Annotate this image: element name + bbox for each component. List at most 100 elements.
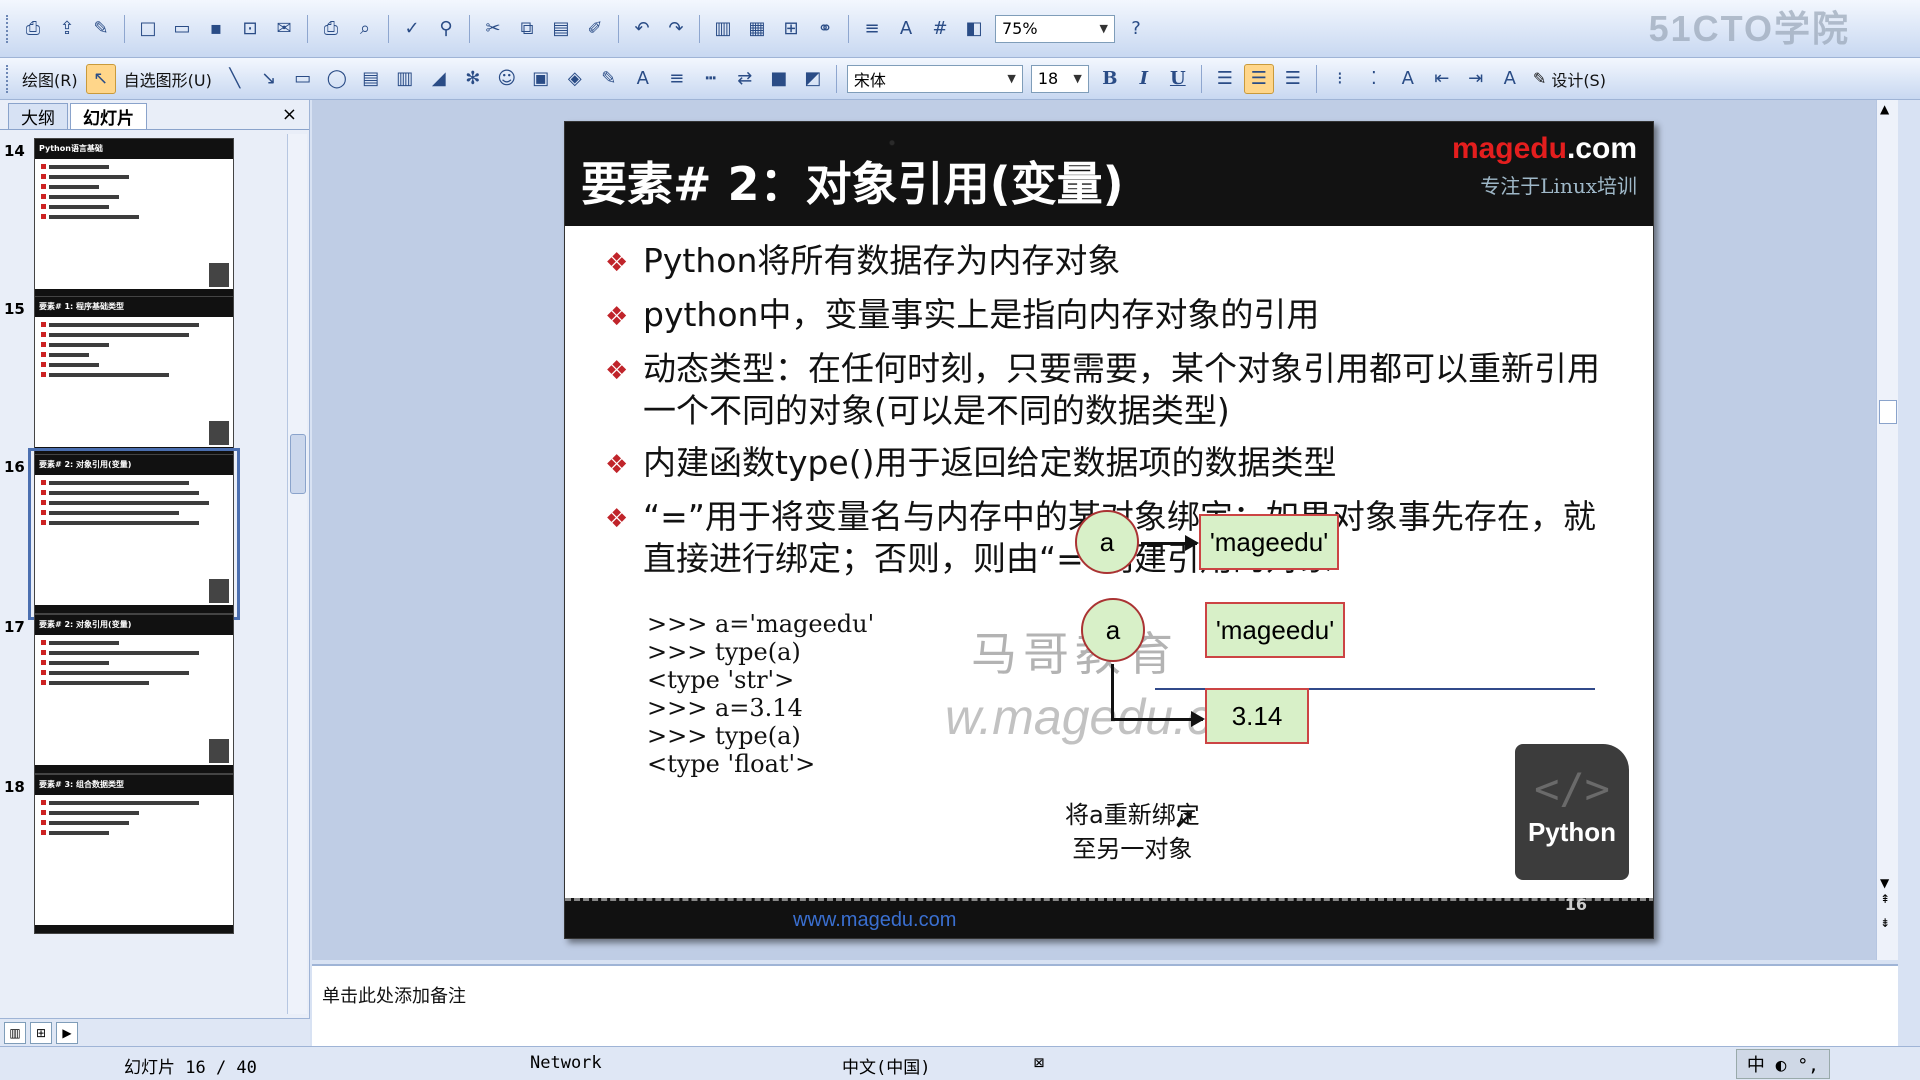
slide-thumbnail[interactable]: 要素# 2: 对象引用(变量): [28, 448, 240, 620]
normal-view-icon[interactable]: ▥: [4, 1021, 26, 1044]
font-color-icon[interactable]: A: [628, 64, 658, 94]
slideshow-icon[interactable]: ▶: [56, 1021, 78, 1044]
slide-thumbnail[interactable]: 要素# 2: 对象引用(变量): [34, 614, 234, 774]
slide-scrollbar[interactable]: ▲ ⇞ ⇟ ▼: [1876, 100, 1898, 960]
expand-all-icon[interactable]: ≡: [857, 14, 887, 44]
pdf-icon[interactable]: ⎙: [18, 14, 48, 44]
print-icon[interactable]: ⎙: [316, 14, 346, 44]
thumbnail-item[interactable]: 14 Python语言基础: [0, 138, 286, 308]
current-slide[interactable]: 要素# 2：对象引用(变量) magedu.com 专注于Linux培训 ❖ Py…: [564, 121, 1654, 939]
variable-circle[interactable]: a: [1075, 510, 1139, 574]
align-left-icon[interactable]: ☰: [1210, 64, 1240, 94]
align-center-icon[interactable]: ☰: [1243, 63, 1274, 94]
increase-font-icon[interactable]: A: [1393, 64, 1423, 94]
slide-sorter-icon[interactable]: ⊞: [30, 1021, 52, 1044]
design-button[interactable]: ✎ 设计(S): [1527, 64, 1612, 94]
tables-borders-icon[interactable]: ⊞: [776, 14, 806, 44]
increase-indent-icon[interactable]: ⇥: [1461, 64, 1491, 94]
tab-outline[interactable]: 大纲: [8, 103, 68, 129]
font-size-select[interactable]: 18 ▼: [1030, 64, 1089, 93]
show-formatting-icon[interactable]: A: [891, 14, 921, 44]
3d-icon[interactable]: ◩: [798, 64, 828, 94]
line-color-icon[interactable]: ✎: [594, 64, 624, 94]
numbering-icon[interactable]: ⁝: [1325, 64, 1355, 94]
oval-icon[interactable]: ◯: [322, 64, 352, 94]
email-icon[interactable]: ✉: [269, 14, 299, 44]
previous-slide-icon[interactable]: ⇞: [1880, 892, 1890, 906]
open-icon[interactable]: ▭: [167, 14, 197, 44]
scroll-up-icon[interactable]: ▲: [1880, 102, 1889, 116]
draw-menu[interactable]: 绘图(R): [16, 64, 84, 94]
close-icon[interactable]: ×: [282, 104, 297, 125]
line-icon[interactable]: ╲: [220, 64, 250, 94]
slide-thumbnail[interactable]: 要素# 1: 程序基础类型: [34, 296, 234, 456]
dash-style-icon[interactable]: ┅: [696, 64, 726, 94]
print-preview-icon[interactable]: ⌕: [350, 14, 380, 44]
research-icon[interactable]: ⚲: [431, 14, 461, 44]
toolbar-grip[interactable]: [6, 14, 10, 43]
acrobat-icon[interactable]: ✎: [86, 14, 116, 44]
text-color-icon[interactable]: A: [1495, 64, 1525, 94]
arrow-style-icon[interactable]: ⇄: [730, 64, 760, 94]
hyperlink-icon[interactable]: ⚭: [810, 14, 840, 44]
ime-indicator[interactable]: 中 ◐ °,: [1735, 1049, 1830, 1079]
rectangle-icon[interactable]: ▭: [288, 64, 318, 94]
help-icon[interactable]: ?: [1121, 14, 1151, 44]
undo-icon[interactable]: ↶: [627, 14, 657, 44]
clipart-icon[interactable]: ☺: [492, 64, 522, 94]
cut-icon[interactable]: ✂: [478, 14, 508, 44]
thumbnail-item[interactable]: 18 要素# 3: 组合数据类型: [0, 774, 286, 944]
copy-icon[interactable]: ⧉: [512, 14, 542, 44]
notes-pane[interactable]: 单击此处添加备注: [312, 964, 1898, 1046]
paste-icon[interactable]: ▤: [546, 14, 576, 44]
slide-thumbnail[interactable]: 要素# 3: 组合数据类型: [34, 774, 234, 934]
object-box[interactable]: 'mageedu': [1205, 602, 1345, 658]
table-icon[interactable]: ▦: [742, 14, 772, 44]
fill-color-icon[interactable]: ◈: [560, 64, 590, 94]
slide-thumbnail[interactable]: Python语言基础: [34, 138, 234, 298]
wordart-icon[interactable]: ◢: [424, 64, 454, 94]
scrollbar-thumb[interactable]: [1879, 400, 1897, 424]
bullets-icon[interactable]: ⁚: [1359, 64, 1389, 94]
textbox-icon[interactable]: ▤: [356, 64, 386, 94]
scrollbar-thumb[interactable]: [290, 434, 306, 494]
toolbar-grip[interactable]: [6, 64, 10, 93]
spelling-icon[interactable]: ✓: [397, 14, 427, 44]
picture-icon[interactable]: ▣: [526, 64, 556, 94]
format-painter-icon[interactable]: ✐: [580, 14, 610, 44]
thumbnail-scrollbar[interactable]: [287, 134, 307, 1014]
chart-icon[interactable]: ▥: [708, 14, 738, 44]
pdf-convert-icon[interactable]: ⇪: [52, 14, 82, 44]
decrease-indent-icon[interactable]: ⇤: [1427, 64, 1457, 94]
font-name-select[interactable]: 宋体 ▼: [846, 64, 1023, 93]
slide-title[interactable]: 要素# 2：对象引用(变量): [581, 148, 1124, 214]
align-right-icon[interactable]: ☰: [1278, 64, 1308, 94]
thumbnail-item[interactable]: 15 要素# 1: 程序基础类型: [0, 296, 286, 466]
bold-button[interactable]: B: [1095, 64, 1125, 94]
arrow-icon[interactable]: ↘: [254, 64, 284, 94]
thumbnail-item[interactable]: 17 要素# 2: 对象引用(变量): [0, 614, 286, 784]
next-slide-icon[interactable]: ⇟: [1880, 916, 1890, 930]
italic-button[interactable]: I: [1129, 64, 1159, 94]
permission-icon[interactable]: ⊡: [235, 14, 265, 44]
object-box[interactable]: 3.14: [1205, 688, 1309, 744]
scroll-down-icon[interactable]: ▼: [1880, 876, 1889, 890]
tab-slides[interactable]: 幻灯片: [70, 103, 147, 129]
thumbnail-item-selected[interactable]: 16 要素# 2: 对象引用(变量): [0, 448, 286, 624]
autoshape-menu[interactable]: 自选图形(U): [118, 64, 218, 94]
diagram-icon[interactable]: ✻: [458, 64, 488, 94]
grid-icon[interactable]: #: [925, 14, 955, 44]
underline-button[interactable]: U: [1163, 64, 1193, 94]
save-icon[interactable]: ▪: [201, 14, 231, 44]
zoom-select[interactable]: 75% ▼: [995, 14, 1115, 43]
redo-icon[interactable]: ↷: [661, 14, 691, 44]
new-icon[interactable]: □: [133, 14, 163, 44]
code-sample[interactable]: >>> a='mageedu' >>> type(a) <type 'str'>…: [647, 610, 874, 778]
color-grayscale-icon[interactable]: ◧: [959, 14, 989, 44]
notes-placeholder[interactable]: 单击此处添加备注: [322, 982, 466, 1008]
variable-circle[interactable]: a: [1081, 598, 1145, 662]
vertical-textbox-icon[interactable]: ▥: [390, 64, 420, 94]
line-style-icon[interactable]: ≡: [662, 64, 692, 94]
select-pointer-icon[interactable]: ↖: [85, 63, 116, 94]
shadow-icon[interactable]: ■: [764, 64, 794, 94]
